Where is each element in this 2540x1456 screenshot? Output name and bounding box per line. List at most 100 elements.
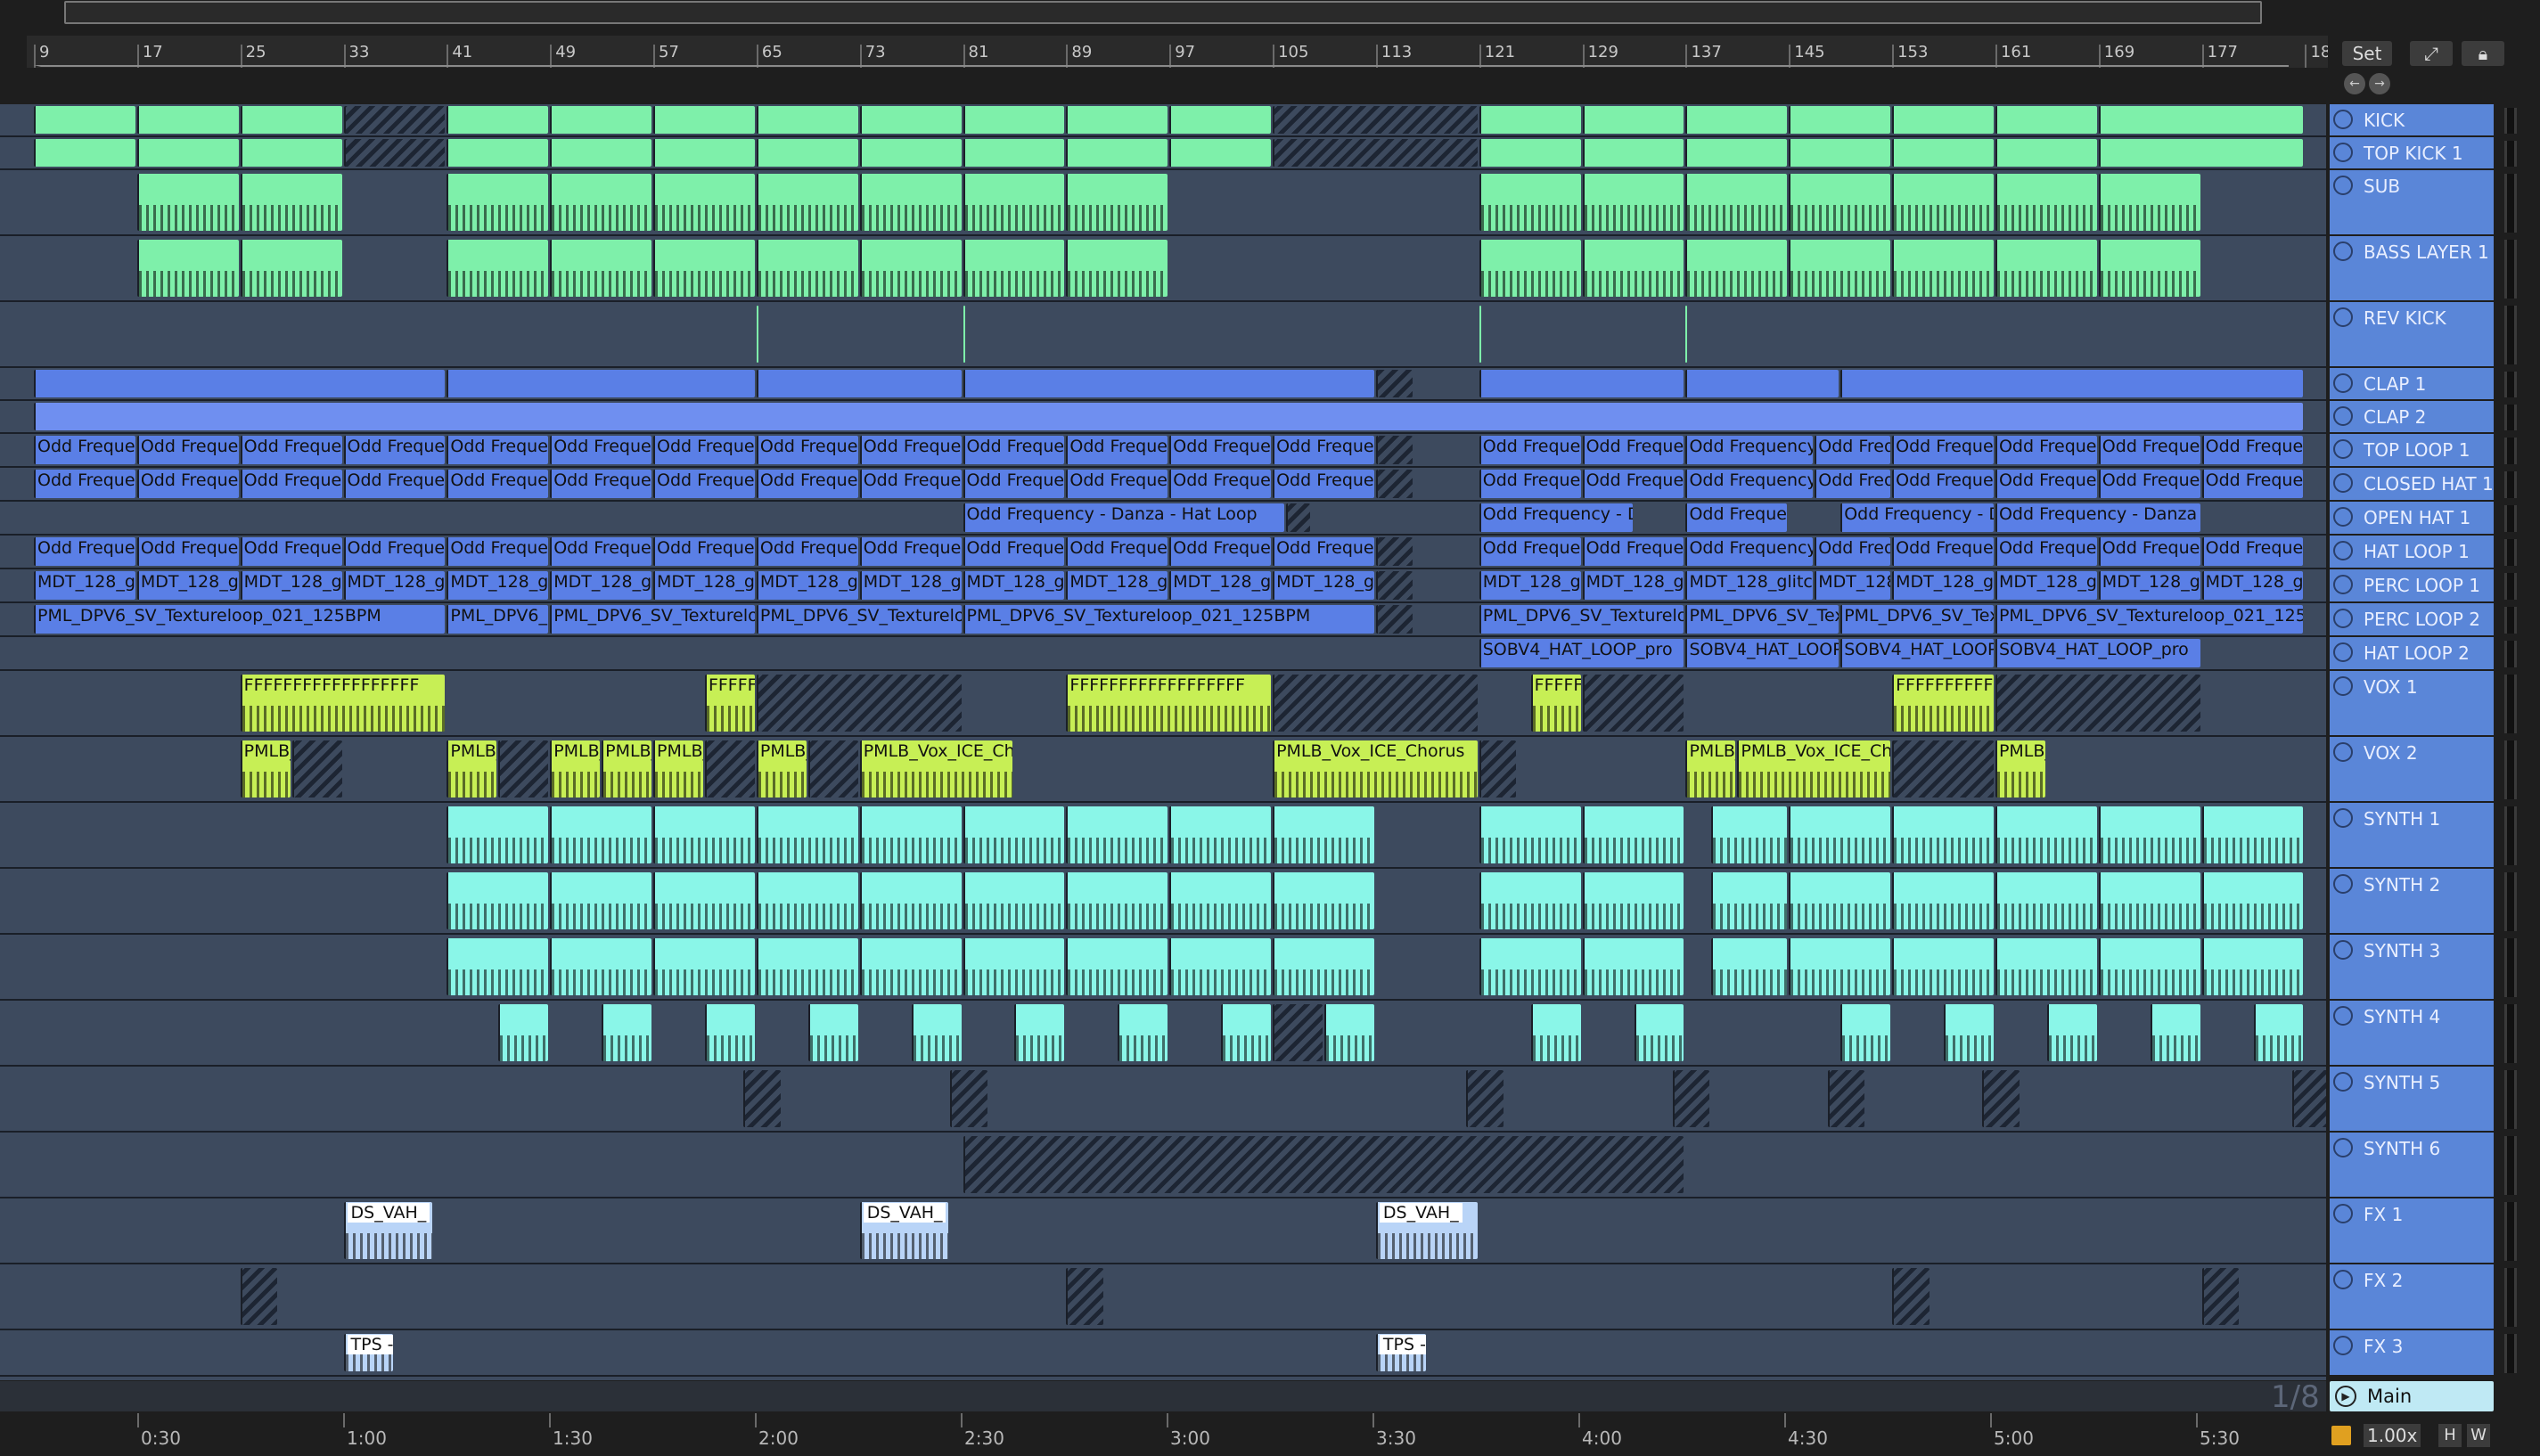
empty-clip-region[interactable]	[1582, 675, 1684, 732]
audio-clip[interactable]: Odd Frequency	[447, 470, 549, 498]
audio-clip[interactable]: Odd Frequency	[653, 537, 755, 566]
audio-clip[interactable]: PMLB_Vox_	[550, 740, 601, 798]
empty-clip-region[interactable]	[1273, 675, 1478, 732]
audio-clip[interactable]	[963, 370, 1374, 397]
track-fold-icon[interactable]	[2333, 176, 2353, 195]
audio-clip[interactable]: Odd Frequency	[1479, 537, 1581, 566]
track-fold-icon[interactable]	[2333, 1006, 2353, 1026]
audio-clip[interactable]: MDT_128_glitch	[550, 571, 652, 600]
audio-clip[interactable]: MDT_128_glitch	[1685, 571, 1814, 600]
audio-clip[interactable]: MDT_128_glitch	[343, 571, 446, 600]
audio-clip[interactable]	[550, 174, 652, 231]
audio-clip[interactable]	[1066, 106, 1168, 134]
audio-clip[interactable]: MDT_128_glitch	[1582, 571, 1684, 600]
audio-clip[interactable]	[653, 139, 755, 167]
audio-clip[interactable]: FFFFFFFFFFFFFFFFFF	[1892, 675, 1994, 732]
audio-clip[interactable]: Odd Frequency	[1582, 470, 1684, 498]
audio-clip[interactable]	[240, 106, 342, 134]
play-circle-icon[interactable]: ▶	[2335, 1386, 2356, 1407]
expand-icon[interactable]: ⤢	[2410, 41, 2453, 66]
audio-clip[interactable]: MDT_128_glitch	[653, 571, 755, 600]
audio-clip[interactable]	[1273, 806, 1374, 863]
empty-clip-region[interactable]	[1273, 1004, 1323, 1061]
track-lane[interactable]	[0, 803, 2326, 869]
audio-clip[interactable]	[1582, 240, 1684, 297]
audio-clip[interactable]: Odd Frequency	[34, 537, 135, 566]
track-lane[interactable]	[0, 1001, 2326, 1067]
empty-clip-region[interactable]	[343, 106, 446, 134]
audio-clip[interactable]	[1685, 240, 1788, 297]
track-fold-icon[interactable]	[2333, 575, 2353, 594]
audio-clip[interactable]	[859, 174, 962, 231]
audio-clip[interactable]	[1995, 174, 2097, 231]
track-fold-icon[interactable]	[2333, 1270, 2353, 1289]
audio-clip[interactable]: Odd Frequency	[2201, 436, 2304, 464]
audio-clip[interactable]: Odd Frequency	[1169, 537, 1272, 566]
audio-clip[interactable]: PMLB_Vox_	[756, 740, 807, 798]
track-header[interactable]: VOX 2	[2330, 737, 2494, 803]
zoom-level[interactable]: 1.00x	[2364, 1424, 2421, 1447]
track-lane[interactable]: Odd FrequencyOdd FrequencyOdd FrequencyO…	[0, 536, 2326, 569]
audio-clip[interactable]: SOBV4_HAT_LOOP_pro	[1840, 639, 1994, 667]
track-header[interactable]: FX 1	[2330, 1198, 2494, 1264]
audio-clip[interactable]: Odd Frequency	[859, 537, 962, 566]
audio-clip[interactable]: MDT_128_glitch	[963, 571, 1065, 600]
audio-clip[interactable]	[1685, 106, 1788, 134]
audio-clip[interactable]: Odd Frequency	[963, 537, 1065, 566]
audio-clip[interactable]	[1066, 806, 1168, 863]
audio-clip[interactable]: Odd Frequency	[859, 436, 962, 464]
audio-clip[interactable]: SOBV4_HAT_LOOP_pro	[1479, 639, 1684, 667]
audio-clip[interactable]	[1685, 174, 1788, 231]
track-lane[interactable]: PMLB_Vox_PMLB_Vox_PMLB_Vox_PMLB_Vox_PMLB…	[0, 737, 2326, 803]
audio-clip[interactable]	[1582, 872, 1684, 929]
nav-left-button[interactable]: ←	[2344, 73, 2365, 94]
track-header[interactable]: SYNTH 6	[2330, 1133, 2494, 1198]
audio-clip[interactable]: Odd Frequency	[1685, 436, 1814, 464]
audio-clip[interactable]: Odd Frequency	[756, 436, 858, 464]
audio-clip[interactable]: MDT_128_glitch	[136, 571, 239, 600]
audio-clip[interactable]	[1892, 938, 1994, 995]
audio-clip[interactable]: PML_DPV6_SV_Textureloop_021_125BPM	[34, 605, 446, 634]
track-header[interactable]: SYNTH 5	[2330, 1067, 2494, 1133]
audio-clip[interactable]: PMLB_Vox_	[447, 740, 497, 798]
audio-clip[interactable]: MDT_128_glitch	[447, 571, 549, 600]
audio-clip[interactable]	[2046, 1004, 2097, 1061]
audio-clip[interactable]	[1995, 139, 2097, 167]
main-track-header[interactable]: ▶ Main	[2330, 1381, 2494, 1411]
empty-clip-region[interactable]	[950, 1070, 987, 1127]
audio-clip[interactable]	[1789, 240, 1891, 297]
audio-clip[interactable]	[963, 174, 1065, 231]
audio-clip[interactable]: Odd Frequency - Danza - Hat Loop	[1840, 503, 1994, 532]
audio-clip[interactable]	[1066, 174, 1168, 231]
empty-clip-region[interactable]	[1375, 537, 1413, 566]
audio-clip[interactable]	[1711, 806, 1788, 863]
audio-clip[interactable]	[1995, 872, 2097, 929]
audio-clip[interactable]: Odd Frequency	[240, 470, 342, 498]
audio-clip[interactable]: Odd Frequency	[1582, 436, 1684, 464]
audio-clip[interactable]: Odd Frequency	[343, 537, 446, 566]
audio-clip[interactable]	[1169, 938, 1272, 995]
audio-clip[interactable]	[1479, 174, 1581, 231]
track-header[interactable]: CLOSED HAT 1	[2330, 468, 2494, 502]
track-fold-icon[interactable]	[2333, 473, 2353, 493]
audio-clip[interactable]	[447, 370, 755, 397]
audio-clip[interactable]: Odd Frequency	[136, 470, 239, 498]
audio-clip[interactable]	[653, 938, 755, 995]
lock-icon[interactable]: 🔒︎	[2462, 41, 2504, 66]
audio-clip[interactable]	[136, 106, 239, 134]
track-lane[interactable]	[0, 236, 2326, 302]
audio-clip[interactable]	[34, 403, 2304, 430]
empty-clip-region[interactable]	[1273, 106, 1478, 134]
empty-clip-region[interactable]	[2201, 1268, 2240, 1325]
audio-clip[interactable]	[136, 240, 239, 297]
audio-clip[interactable]: Odd Frequency - Danza - Hat Loop	[1995, 503, 2200, 532]
audio-clip[interactable]: Odd Frequency	[1815, 470, 1891, 498]
audio-clip[interactable]	[1685, 370, 1839, 397]
audio-clip[interactable]	[1995, 106, 2097, 134]
audio-clip[interactable]	[1789, 174, 1891, 231]
track-header[interactable]: HAT LOOP 1	[2330, 536, 2494, 569]
audio-clip[interactable]	[963, 306, 965, 363]
audio-clip[interactable]	[2201, 938, 2304, 995]
audio-clip[interactable]: TPS -	[1375, 1334, 1426, 1371]
audio-clip[interactable]: Odd Frequency	[343, 436, 446, 464]
